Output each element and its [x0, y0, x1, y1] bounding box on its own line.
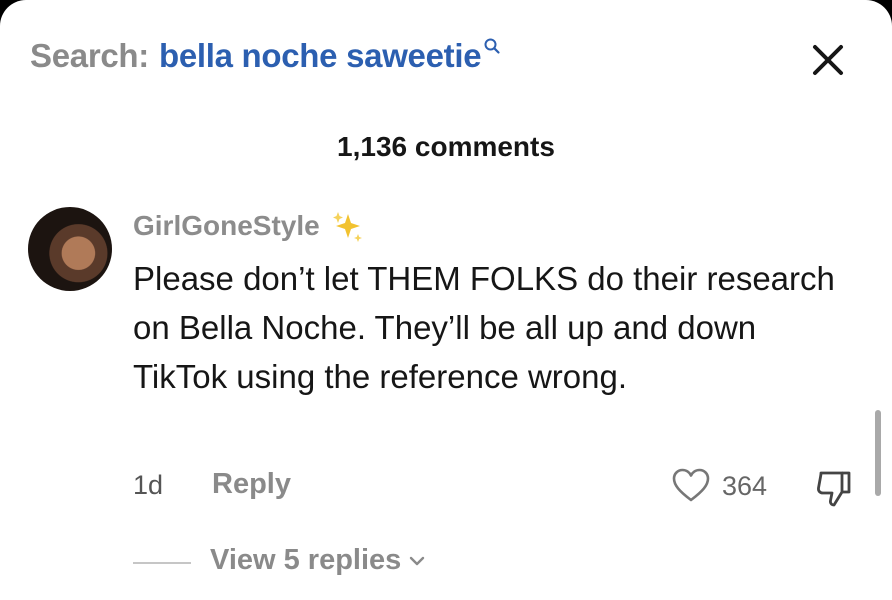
search-query[interactable]: bella noche saweetie [159, 37, 482, 75]
chevron-down-icon [410, 556, 425, 565]
close-icon[interactable] [808, 40, 848, 80]
scrollbar[interactable] [875, 410, 881, 496]
view-replies-button[interactable]: View 5 replies [210, 544, 427, 577]
timestamp: 1d [133, 470, 164, 500]
search-prefix: Search: [30, 37, 149, 74]
thumbs-down-icon[interactable] [812, 466, 856, 510]
search-icon[interactable] [483, 37, 501, 55]
comment-actions: 1d Reply 364 [0, 464, 892, 508]
username[interactable]: GirlGoneStyle [133, 210, 320, 242]
like-count: 364 [722, 471, 768, 501]
avatar[interactable] [28, 207, 112, 291]
view-replies-label: View 5 replies [210, 544, 402, 576]
heart-icon[interactable] [671, 466, 711, 506]
comments-sheet: Search: bella noche saweetie 1,136 comme… [0, 0, 892, 600]
replies-divider [133, 562, 191, 564]
comment-author: GirlGoneStyle [133, 206, 366, 246]
reply-button[interactable]: Reply [212, 468, 291, 501]
sparkles-icon [332, 212, 362, 242]
comment-text: Please don’t let THEM FOLKS do their res… [133, 260, 835, 395]
search-suggestion[interactable]: Search: bella noche saweetie [30, 36, 501, 76]
comment-count: 1,136 comments [337, 131, 555, 162]
